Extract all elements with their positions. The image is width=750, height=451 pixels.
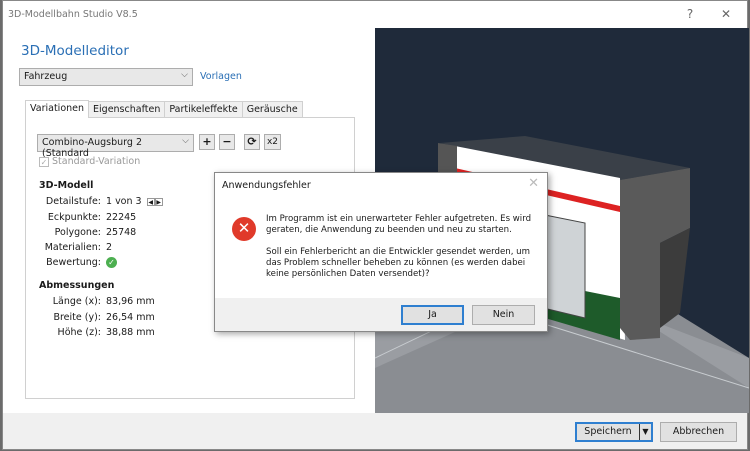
category-value: Fahrzeug [24, 71, 68, 82]
polygons-value: 25748 [106, 227, 137, 238]
help-button[interactable]: ? [679, 5, 701, 23]
title-bar: 3D-Modellbahn Studio V8.5 ? ✕ [3, 1, 747, 28]
cancel-button[interactable]: Abbrechen [660, 422, 737, 442]
dialog-message-2: Soll ein Fehlerbericht an die Entwickler… [266, 247, 530, 279]
checkbox-label: Standard-Variation [52, 156, 141, 167]
model-section-title: 3D-Modell [39, 180, 94, 191]
vertices-value: 22245 [106, 212, 137, 223]
height-value: 38,88 mm [106, 327, 155, 338]
dialog-title: Anwendungsfehler [222, 180, 311, 191]
length-label: Länge (x): [52, 296, 101, 307]
tab-eigenschaften[interactable]: Eigenschaften [88, 101, 166, 118]
templates-link[interactable]: Vorlagen [200, 71, 242, 82]
rating-label: Bewertung: [46, 257, 101, 268]
close-button[interactable]: ✕ [715, 5, 737, 23]
checkbox-check-icon: ✓ [39, 156, 49, 167]
materials-value: 2 [106, 242, 113, 253]
dialog-message-1: Im Programm ist ein unerwarteter Fehler … [266, 214, 532, 235]
detail-value: 1 von 3 ◀ ▶ [106, 196, 163, 207]
length-value: 83,96 mm [106, 296, 155, 307]
standard-variation-checkbox[interactable]: ✓ Standard-Variation [39, 156, 140, 167]
dialog-close-icon[interactable]: ✕ [528, 176, 539, 191]
height-label: Höhe (z): [57, 327, 101, 338]
yes-button[interactable]: Ja [401, 305, 464, 325]
remove-variation-button[interactable]: − [219, 134, 235, 150]
chevron-down-icon: ⌵ [181, 70, 188, 80]
prev-detail-button[interactable]: ◀ [146, 198, 155, 206]
add-variation-button[interactable]: + [199, 134, 215, 150]
footer-bar: Speichern ▼ Abbrechen [3, 413, 747, 449]
chevron-down-icon: ⌵ [182, 136, 189, 146]
x2-button[interactable]: x2 [264, 134, 281, 150]
dimensions-section-title: Abmessungen [39, 280, 115, 291]
no-button[interactable]: Nein [472, 305, 535, 325]
materials-label: Materialien: [44, 242, 101, 253]
window-title: 3D-Modellbahn Studio V8.5 [8, 9, 138, 20]
detail-label: Detailstufe: [45, 196, 101, 207]
tab-geraeusche[interactable]: Geräusche [241, 101, 303, 118]
save-label: Speichern [584, 426, 632, 437]
polygons-label: Polygone: [54, 227, 101, 238]
save-button[interactable]: Speichern ▼ [575, 422, 653, 442]
error-dialog: Anwendungsfehler ✕ ✕ Im Programm ist ein… [214, 172, 548, 332]
variation-select[interactable]: Combino-Augsburg 2 (Standard ⌵ [37, 134, 194, 159]
tab-bar: Variationen Eigenschaften Partikeleffekt… [25, 100, 303, 118]
check-circle-icon: ✓ [106, 257, 117, 268]
next-detail-button[interactable]: ▶ [154, 198, 163, 206]
tab-partikeleffekte[interactable]: Partikeleffekte [164, 101, 243, 118]
tab-variationen[interactable]: Variationen [25, 100, 90, 118]
page-title: 3D-Modelleditor [21, 43, 129, 59]
width-label: Breite (y): [53, 312, 101, 323]
dialog-message: Im Programm ist ein unerwarteter Fehler … [266, 214, 541, 291]
refresh-button[interactable]: ⟳ [244, 134, 260, 150]
vertices-label: Eckpunkte: [47, 212, 101, 223]
category-select[interactable]: Fahrzeug ⌵ [19, 68, 193, 86]
width-value: 26,54 mm [106, 312, 155, 323]
dialog-footer: Ja Nein [215, 298, 547, 331]
save-dropdown-icon[interactable]: ▼ [639, 424, 651, 440]
error-icon: ✕ [232, 217, 256, 241]
